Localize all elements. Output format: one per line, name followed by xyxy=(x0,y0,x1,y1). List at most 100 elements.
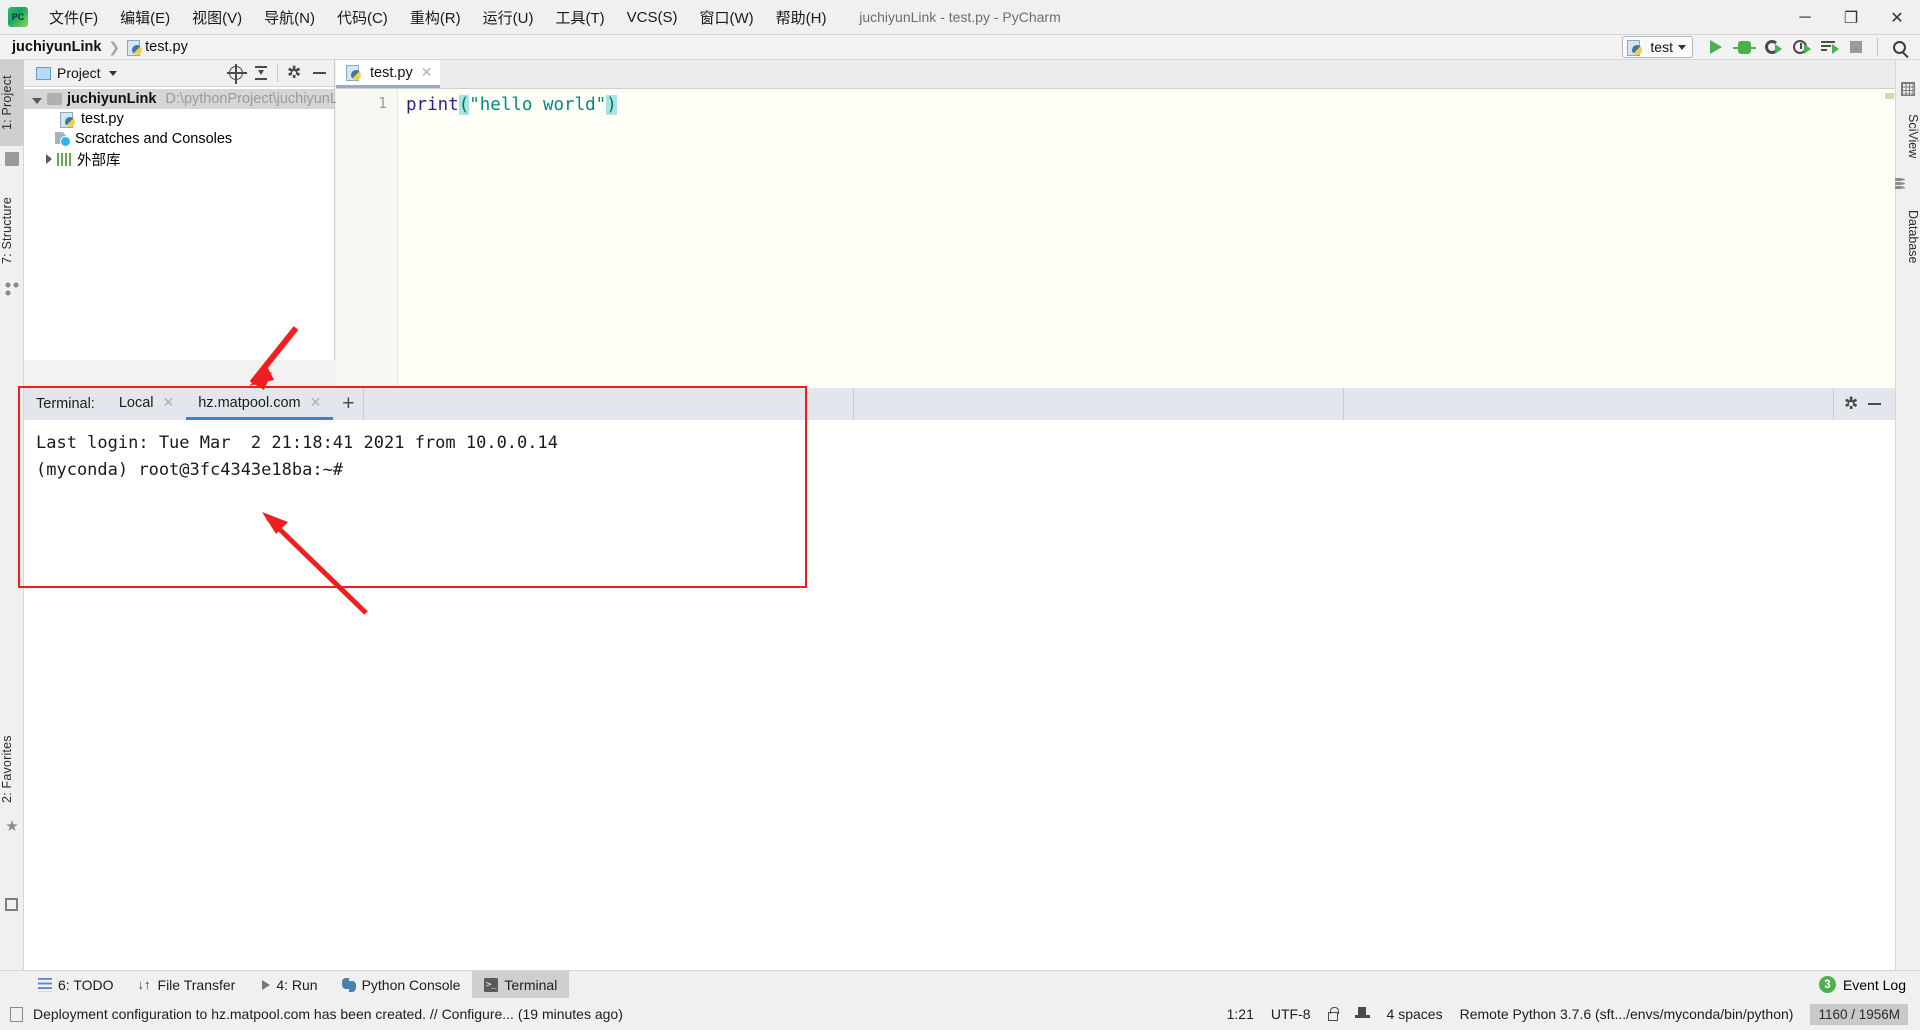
sidebar-item-structure[interactable]: 7: Structure xyxy=(0,180,24,280)
tree-node-scratches[interactable]: Scratches and Consoles xyxy=(24,129,334,149)
status-message[interactable]: Deployment configuration to hz.matpool.c… xyxy=(33,1006,623,1022)
tree-node-project-root[interactable]: juchiyunLink D:\pythonProject\juchiyunLi… xyxy=(24,89,356,109)
project-panel-title[interactable]: Project xyxy=(57,65,101,81)
close-icon[interactable]: ✕ xyxy=(163,394,175,411)
indent-setting[interactable]: 4 spaces xyxy=(1387,1006,1443,1022)
bottom-item-file-transfer[interactable]: File Transfer xyxy=(126,971,248,999)
editor-tab-test-py[interactable]: test.py ✕ xyxy=(336,60,441,88)
event-log-button[interactable]: 3 Event Log xyxy=(1818,976,1920,993)
maximize-button[interactable]: ❐ xyxy=(1828,0,1874,35)
chevron-down-icon[interactable] xyxy=(108,70,117,76)
breadcrumb-project[interactable]: juchiyunLink xyxy=(12,39,101,55)
terminal-tab-label: Local xyxy=(118,394,154,411)
line-number: 1 xyxy=(377,94,387,112)
concurrency-button[interactable] xyxy=(1815,34,1841,60)
chevron-right-icon[interactable] xyxy=(46,154,52,164)
close-icon[interactable]: ✕ xyxy=(421,64,433,81)
code-content[interactable]: print("hello world") xyxy=(398,89,1895,388)
debug-icon xyxy=(1732,40,1756,54)
bottom-tool-window-bar: 6: TODO File Transfer 4: Run Python Cons… xyxy=(0,970,1920,999)
read-write-lock-icon[interactable] xyxy=(1327,1006,1339,1021)
terminal-tab-hz-matpool-com[interactable]: hz.matpool.com ✕ xyxy=(186,388,334,420)
collapse-all-icon xyxy=(254,66,268,80)
hide-icon xyxy=(312,72,326,74)
profile-icon xyxy=(1793,40,1811,54)
profile-button[interactable] xyxy=(1787,34,1813,60)
collapse-all-button[interactable] xyxy=(250,62,272,84)
new-terminal-session-button[interactable]: + xyxy=(333,388,363,420)
code-style-hat-icon[interactable] xyxy=(1354,1007,1370,1021)
pycharm-window: 文件(F) 编辑(E) 视图(V) 导航(N) 代码(C) 重构(R) 运行(U… xyxy=(0,0,1920,1030)
gear-icon[interactable] xyxy=(1844,397,1858,411)
code-token-string: "hello world" xyxy=(469,95,607,115)
scroll-from-source-button[interactable] xyxy=(225,62,247,84)
bottom-item-python-console[interactable]: Python Console xyxy=(330,971,473,999)
chevron-down-icon[interactable] xyxy=(32,97,42,104)
hide-icon[interactable] xyxy=(1868,403,1881,405)
panel-divider xyxy=(277,64,278,82)
concurrency-diagram-icon xyxy=(1821,41,1839,54)
debug-button[interactable] xyxy=(1731,34,1757,60)
scratches-icon xyxy=(55,132,71,147)
menu-view[interactable]: 视图(V) xyxy=(181,3,253,32)
tree-node-external-libraries[interactable]: 外部库 xyxy=(24,149,334,169)
menu-vcs[interactable]: VCS(S) xyxy=(616,5,689,30)
menu-window[interactable]: 窗口(W) xyxy=(688,3,764,32)
menu-edit[interactable]: 编辑(E) xyxy=(109,3,181,32)
editor-area: test.py ✕ 1 print("hello world") xyxy=(336,60,1895,388)
run-icon xyxy=(262,979,271,990)
terminal-header-tools xyxy=(1833,388,1895,420)
tree-node-label: Scratches and Consoles xyxy=(75,131,233,147)
terminal-header-label: Terminal: xyxy=(36,396,95,412)
menu-tools[interactable]: 工具(T) xyxy=(544,3,615,32)
code-editor[interactable]: 1 print("hello world") xyxy=(336,89,1895,388)
tree-node-label: juchiyunLink xyxy=(67,91,157,107)
terminal-output[interactable]: Last login: Tue Mar 2 21:18:41 2021 from… xyxy=(24,420,1895,970)
sidebar-item-project[interactable]: 1: Project xyxy=(0,60,24,146)
menu-code[interactable]: 代码(C) xyxy=(326,3,399,32)
run-button[interactable] xyxy=(1703,34,1729,60)
terminal-icon xyxy=(484,977,499,992)
sidebar-item-favorites[interactable]: 2: Favorites xyxy=(0,720,24,818)
close-button[interactable]: ✕ xyxy=(1874,0,1920,35)
bottom-item-run[interactable]: 4: Run xyxy=(247,971,329,999)
window-controls: ─ ❐ ✕ xyxy=(1782,0,1920,35)
minimize-button[interactable]: ─ xyxy=(1782,0,1828,35)
breadcrumb-separator: ❯ xyxy=(108,38,121,55)
terminal-tab-local[interactable]: Local ✕ xyxy=(107,388,186,420)
menu-help[interactable]: 帮助(H) xyxy=(765,3,838,32)
run-with-coverage-button[interactable] xyxy=(1759,34,1785,60)
breadcrumb-file[interactable]: test.py xyxy=(145,39,188,55)
sidebar-item-database[interactable]: Database xyxy=(1895,196,1920,278)
terminal-line: Last login: Tue Mar 2 21:18:41 2021 from… xyxy=(36,433,558,453)
hide-project-panel-button[interactable] xyxy=(308,62,330,84)
run-configuration-selector[interactable]: test xyxy=(1622,36,1693,58)
tree-node-label: 外部库 xyxy=(77,152,121,169)
stop-button[interactable] xyxy=(1843,34,1869,60)
window-icon[interactable] xyxy=(5,898,18,911)
memory-indicator[interactable]: 1160 / 1956M xyxy=(1810,1003,1908,1025)
sidebar-item-sciview[interactable]: SciView xyxy=(1895,102,1920,170)
status-bar: Deployment configuration to hz.matpool.c… xyxy=(0,998,1920,1030)
terminal-header: Terminal: Local ✕ hz.matpool.com ✕ + xyxy=(24,388,1895,420)
menu-refactor[interactable]: 重构(R) xyxy=(399,3,472,32)
tree-node-test-py[interactable]: test.py xyxy=(24,109,334,129)
file-encoding[interactable]: UTF-8 xyxy=(1271,1006,1311,1022)
python-file-icon xyxy=(1627,39,1643,56)
gear-icon xyxy=(287,66,301,80)
run-icon xyxy=(1710,40,1722,54)
menu-navigate[interactable]: 导航(N) xyxy=(253,3,326,32)
search-everywhere-button[interactable] xyxy=(1886,34,1912,60)
bottom-item-label: File Transfer xyxy=(157,976,236,993)
bottom-item-terminal[interactable]: Terminal xyxy=(472,970,570,999)
bottom-item-todo[interactable]: 6: TODO xyxy=(26,971,126,999)
menu-run[interactable]: 运行(U) xyxy=(472,3,545,32)
menu-file[interactable]: 文件(F) xyxy=(38,3,109,32)
python-interpreter[interactable]: Remote Python 3.7.6 (sft.../envs/myconda… xyxy=(1460,1006,1794,1022)
terminal-tab-label: hz.matpool.com xyxy=(198,394,301,411)
caret-position[interactable]: 1:21 xyxy=(1227,1006,1254,1022)
project-settings-button[interactable] xyxy=(283,62,305,84)
close-icon[interactable]: ✕ xyxy=(310,394,322,411)
editor-marker-bar[interactable] xyxy=(1883,89,1895,388)
terminal-tool-window: Terminal: Local ✕ hz.matpool.com ✕ + Las… xyxy=(24,388,1895,970)
